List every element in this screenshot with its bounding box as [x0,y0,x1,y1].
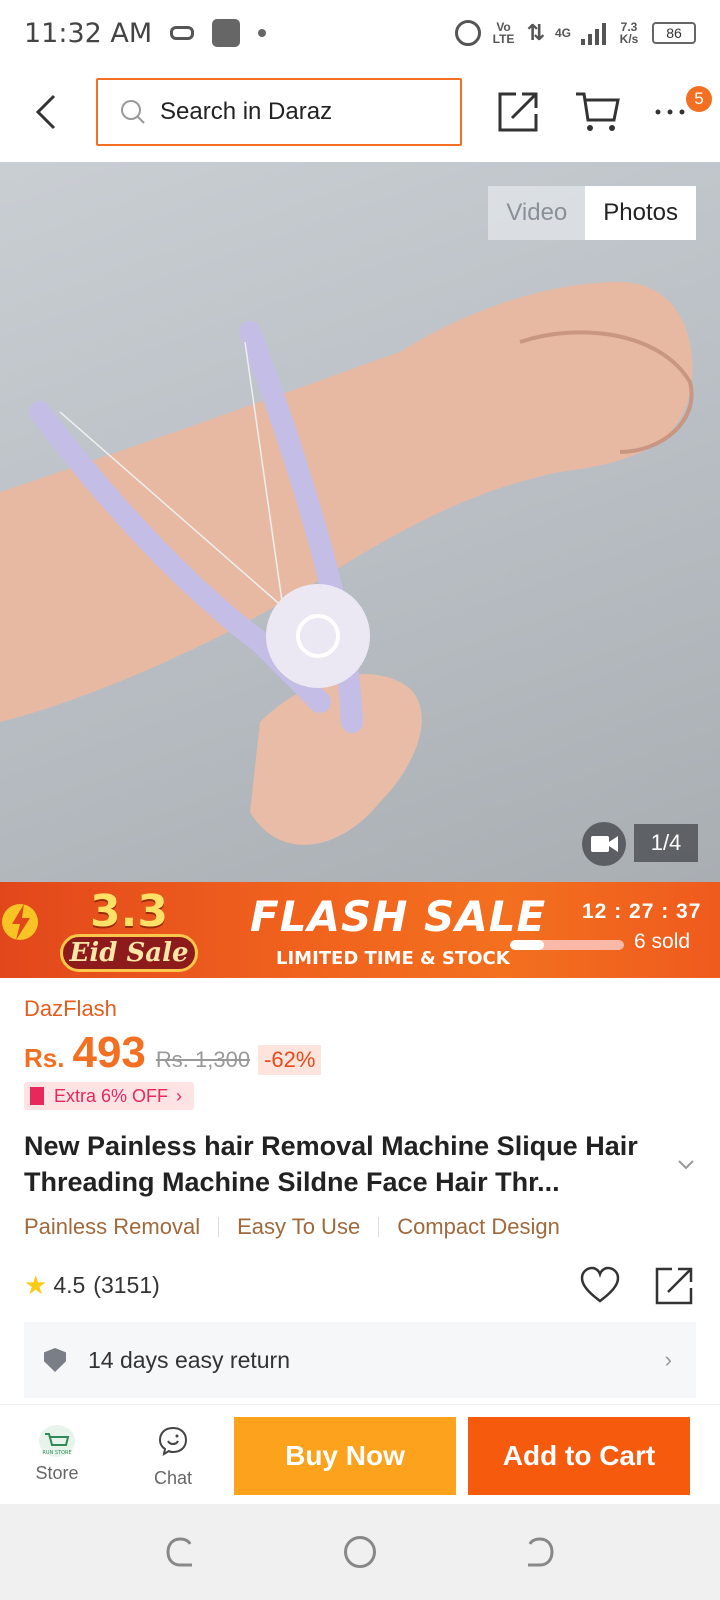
cart-button[interactable] [574,90,622,134]
app-notification-icon [212,19,241,47]
price-row: Rs. 493 Rs. 1,300 -62% [24,1028,322,1078]
tab-video[interactable]: Video [488,186,586,240]
flash-sale-subtitle: LIMITED TIME & STOCK [276,948,510,969]
top-header: 5 [0,66,720,160]
product-title: New Painless hair Removal Machine Slique… [24,1131,638,1197]
sold-progress-bar [510,940,624,950]
eid-sale-number: 3.3 [90,886,168,937]
chevron-left-icon [35,94,56,130]
eid-sale-badge: 3.3 Eid Sale [46,884,212,976]
chat-label: Chat [153,1468,193,1488]
store-label: Store [35,1463,79,1483]
rating-value: 4.5 [53,1272,86,1298]
store-logo-text: RUN STORE [42,1450,71,1456]
video-camera-button[interactable] [582,822,626,866]
wishlist-button[interactable] [580,1266,620,1306]
system-navigation-bar [0,1504,720,1600]
alarm-icon [454,20,481,46]
voucher-chip[interactable]: Extra 6% OFF › [24,1082,195,1110]
search-icon [121,100,145,124]
heart-icon [580,1266,620,1303]
price-currency: Rs. [24,1043,65,1073]
chat-button[interactable]: Chat [140,1425,206,1489]
sold-count: 6 sold [634,930,691,953]
bottom-action-bar: RUN STORE Store Chat Buy Now Add to Cart [0,1404,720,1504]
share-icon [498,92,538,132]
share-icon [655,1267,693,1305]
image-counter: 1/4 [634,824,698,862]
add-to-cart-button[interactable]: Add to Cart [468,1417,690,1495]
flash-sale-title: FLASH SALE [250,892,547,941]
feature-tags: Painless Removal Easy To Use Compact Des… [24,1214,560,1240]
discount-badge: -62% [258,1045,322,1075]
battery-icon: 86 [652,22,696,44]
tab-photos[interactable]: Photos [585,186,696,240]
star-icon: ★ [24,1270,48,1300]
eid-sale-label: Eid Sale [60,934,198,972]
product-photo [0,282,694,845]
lightning-decor-icon [2,904,38,940]
video-camera-icon [591,836,618,852]
network-speed: 7.3 K/s [619,20,639,46]
feature-divider [378,1217,380,1237]
back-gesture-icon[interactable] [524,1536,556,1568]
flash-countdown: 12 : 27 : 37 [582,900,702,923]
notification-badge: 5 [686,86,712,112]
home-icon[interactable] [344,1536,376,1568]
expand-title-chevron-icon[interactable] [676,1158,696,1172]
store-button[interactable]: RUN STORE Store [24,1425,90,1484]
gamepad-icon [170,26,195,40]
data-arrows-icon: ⇅ [526,20,545,45]
buy-now-button[interactable]: Buy Now [234,1417,456,1495]
back-button[interactable] [26,88,70,136]
system-indicators: Vo LTE ⇅ 4G 7.3 K/s 86 [454,20,696,46]
notification-icons [170,19,267,47]
share-button[interactable] [496,90,540,134]
product-image-gallery[interactable]: Video Photos 1/4 [0,162,720,882]
feature-divider [218,1217,220,1237]
network-type: 4G [554,26,571,40]
shield-check-icon [44,1348,66,1372]
feature-tag: Easy To Use [237,1214,361,1239]
battery-level: 86 [666,25,682,41]
volte-indicator: Vo LTE [492,20,515,46]
status-time: 11:32 AM [24,17,153,49]
recent-apps-icon[interactable] [164,1536,196,1568]
signal-icon [581,21,606,45]
more-notifications-dot-icon [258,29,267,37]
chat-icon [158,1426,188,1457]
product-share-button[interactable] [654,1266,694,1306]
search-input[interactable] [160,98,440,126]
return-policy-row[interactable]: 14 days easy return › [24,1322,696,1398]
rating-count: (3151) [93,1272,160,1298]
original-price: Rs. 1,300 [155,1047,251,1072]
store-logo-icon: RUN STORE [39,1425,75,1457]
status-bar: 11:32 AM Vo LTE ⇅ 4G 7.3 K/s 86 [0,0,720,66]
current-price: 493 [72,1028,146,1077]
store-tag: DazFlash [24,996,117,1021]
sold-progress-fill [510,940,545,950]
rating-summary[interactable]: ★ 4.5 (3151) [24,1270,160,1301]
chevron-right-icon: › [176,1085,183,1106]
flash-sale-banner[interactable]: 3.3 Eid Sale FLASH SALE LIMITED TIME & S… [0,882,720,978]
voucher-label: Extra 6% OFF [54,1085,169,1106]
media-toggle: Video Photos [488,186,696,240]
feature-tag: Compact Design [397,1214,560,1239]
voucher-icon [30,1087,44,1105]
return-policy-label: 14 days easy return [88,1346,291,1373]
cart-icon [576,92,620,131]
store-cart-icon: RUN STORE [42,1433,72,1456]
chevron-right-icon: › [664,1347,672,1372]
feature-tag: Painless Removal [24,1214,201,1239]
search-bar[interactable] [96,78,462,146]
